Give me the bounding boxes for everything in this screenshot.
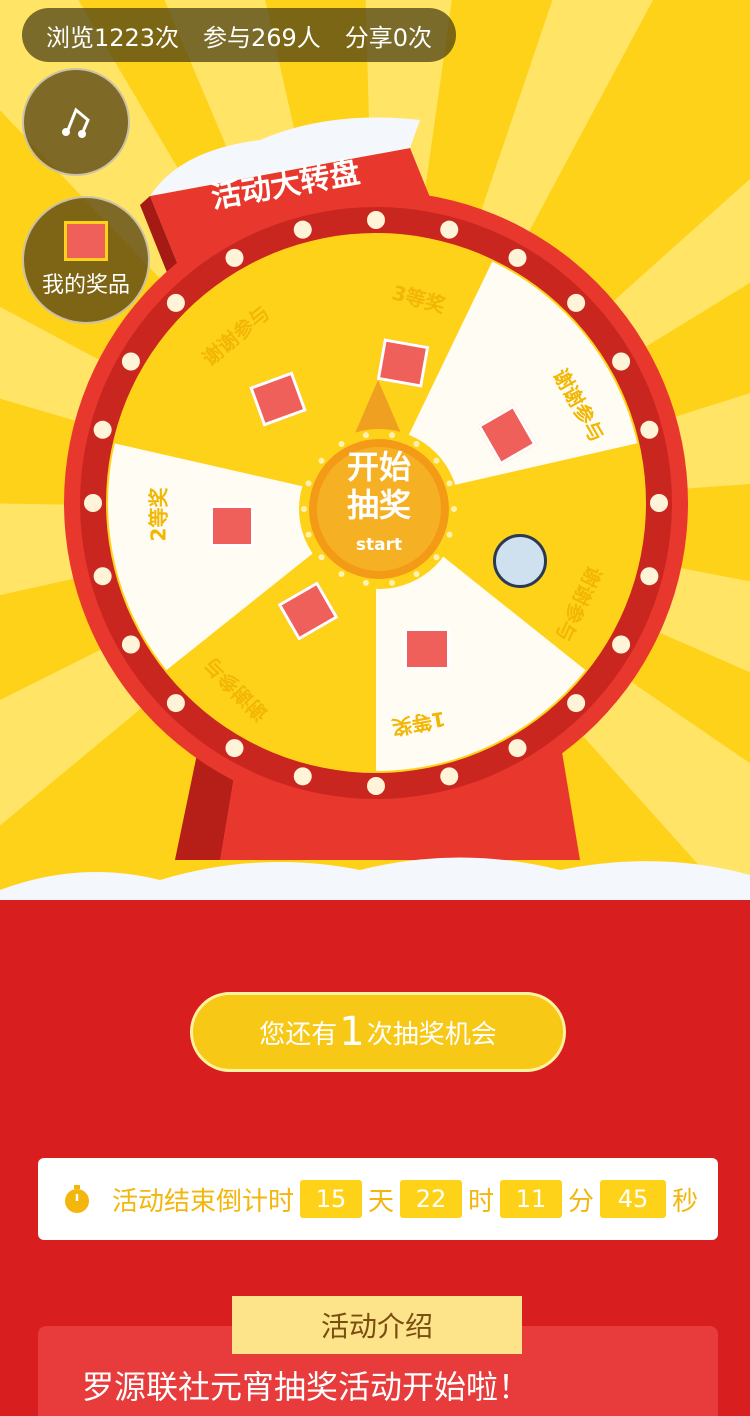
rim-bulb (440, 767, 459, 786)
gift-icon (404, 628, 450, 670)
rim-bulb (93, 567, 112, 586)
countdown-seconds: 45 (600, 1180, 667, 1218)
my-prizes-button[interactable]: 我的奖品 (22, 196, 150, 324)
gift-icon (210, 505, 254, 547)
draw-chances-button[interactable]: 您还有 1 次抽奖机会 (190, 992, 566, 1072)
rim-bulb (612, 352, 631, 371)
segment-label: 2等奖 (146, 487, 171, 542)
gift-icon (376, 338, 430, 388)
rim-bulb (166, 293, 185, 312)
rim-bulb (508, 739, 527, 758)
rim-bulb (440, 220, 459, 239)
my-prizes-label: 我的奖品 (41, 273, 130, 298)
rim-bulb (640, 567, 659, 586)
shares-count: 分享0次 (344, 23, 433, 52)
hero-area: 活动大转盘 3等奖 谢谢参与 谢谢参与 1等奖 谢谢参与 2等奖 谢谢参与 开始… (0, 0, 750, 900)
hours-unit: 时 (468, 1186, 495, 1217)
rim-bulb (121, 352, 140, 371)
music-toggle-button[interactable] (22, 68, 130, 176)
rim-bulb (640, 420, 659, 439)
rim-bulb (567, 694, 586, 713)
rim-bulb (293, 220, 312, 239)
chance-suffix: 次抽奖机会 (366, 1019, 497, 1050)
intro-text: 罗源联社元宵抽奖活动开始啦！ (82, 1368, 531, 1406)
stats-bar: 浏览1223次 参与269人 分享0次 (22, 8, 456, 62)
chance-count: 1 (339, 1009, 365, 1055)
rim-bulb (93, 420, 112, 439)
countdown-days: 15 (300, 1180, 363, 1218)
rim-bulb (225, 739, 244, 758)
rim-bulb (166, 694, 185, 713)
stopwatch-icon (65, 1185, 89, 1213)
participants-count: 参与269人 (202, 23, 321, 52)
countdown-label: 活动结束倒计时 (112, 1186, 295, 1217)
rim-bulb (84, 494, 102, 512)
gift-icon (64, 221, 108, 261)
days-unit: 天 (368, 1186, 395, 1217)
start-draw-button[interactable] (300, 430, 458, 588)
globe-icon (493, 534, 547, 588)
countdown-hours: 22 (400, 1180, 463, 1218)
countdown-minutes: 11 (500, 1180, 563, 1218)
minutes-unit: 分 (568, 1186, 595, 1217)
rim-bulb (225, 248, 244, 267)
seconds-unit: 秒 (672, 1186, 699, 1217)
rim-bulb (508, 248, 527, 267)
countdown-bar: 活动结束倒计时 15 天 22 时 11 分 45 秒 (38, 1158, 718, 1240)
rim-bulb (367, 777, 385, 795)
rim-bulb (650, 494, 668, 512)
intro-title: 活动介绍 (232, 1296, 522, 1354)
rim-bulb (567, 293, 586, 312)
rim-bulb (121, 635, 140, 654)
rim-bulb (367, 211, 385, 229)
views-count: 浏览1223次 (45, 23, 180, 52)
chance-prefix: 您还有 (259, 1019, 338, 1050)
music-note-icon (62, 107, 90, 138)
rim-bulb (612, 635, 631, 654)
rim-bulb (293, 767, 312, 786)
